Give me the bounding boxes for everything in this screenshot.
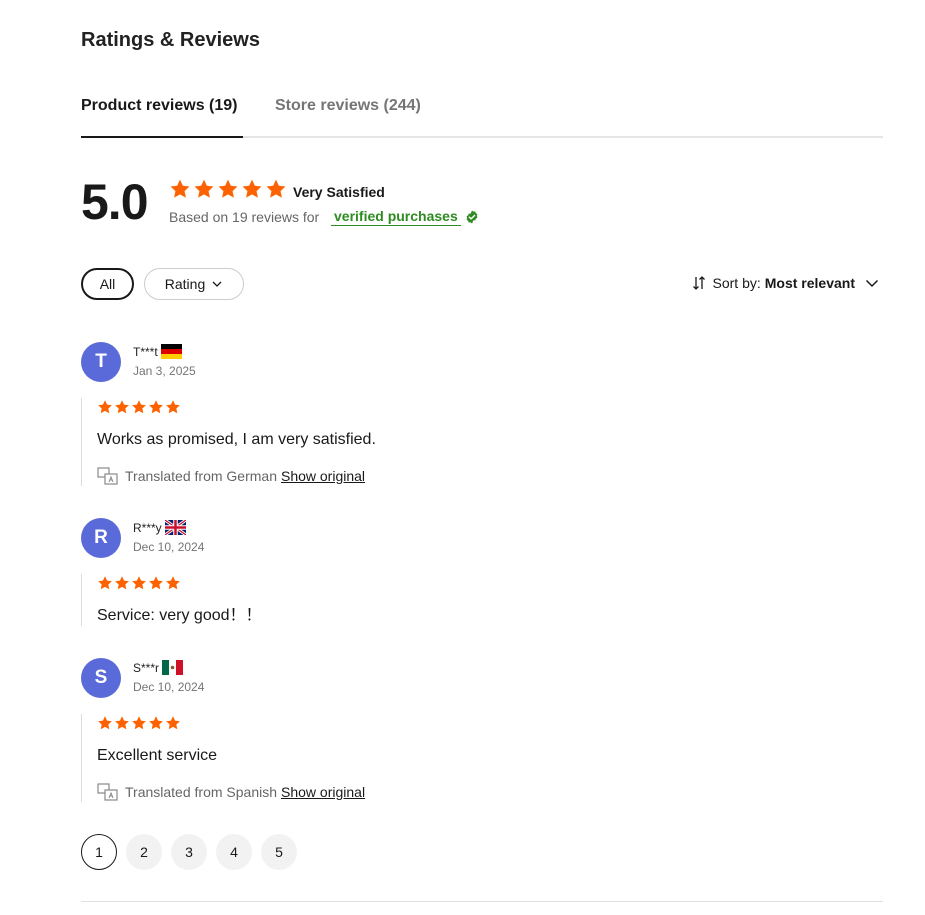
filter-all-button[interactable]: All: [81, 268, 134, 300]
review-body: Works as promised, I am very satisfied. …: [81, 398, 781, 486]
star-icon: [115, 400, 129, 414]
review-item: S S***r Dec 10, 2024 Excellent service T…: [81, 658, 883, 808]
mexico-flag-icon: [162, 660, 184, 675]
review-body: Service: very good！！: [81, 574, 781, 626]
translation-note: Translated from German Show original: [97, 466, 781, 486]
page-button-1[interactable]: 1: [81, 834, 117, 870]
avatar: T: [81, 342, 121, 382]
show-original-link[interactable]: Show original: [281, 468, 365, 484]
star-icon: [166, 716, 180, 730]
review-item: T T***t Jan 3, 2025 Works as promised, I…: [81, 342, 883, 492]
sort-value: Most relevant: [764, 275, 855, 291]
review-date: Dec 10, 2024: [133, 680, 205, 694]
average-score: 5.0: [81, 174, 149, 230]
satisfaction-label: Very Satisfied: [293, 184, 385, 200]
star-icon: [98, 716, 112, 730]
review-tabs: Product reviews (19) Store reviews (244): [81, 88, 883, 138]
page-button-5[interactable]: 5: [261, 834, 297, 870]
star-icon: [166, 400, 180, 414]
sort-icon: [692, 276, 705, 290]
reviewer-name-text: T***t: [133, 344, 158, 359]
show-original-link[interactable]: Show original: [281, 784, 365, 800]
star-icon: [115, 716, 129, 730]
avatar: S: [81, 658, 121, 698]
review-stars: [97, 398, 781, 416]
chevron-down-icon: [212, 281, 222, 287]
star-icon: [149, 716, 163, 730]
star-icon: [132, 716, 146, 730]
reviewer-name-text: R***y: [133, 520, 162, 535]
review-item: R R***y Dec 10, 2024 Service: very good！…: [81, 518, 883, 628]
review-stars: [97, 574, 781, 592]
translate-icon: [97, 467, 118, 485]
divider: [81, 901, 883, 902]
translation-note: Translated from Spanish Show original: [97, 782, 781, 802]
review-date: Dec 10, 2024: [133, 540, 205, 554]
tab-store-reviews[interactable]: Store reviews (244): [275, 88, 421, 138]
tab-product-reviews[interactable]: Product reviews (19): [81, 88, 243, 138]
reviewer-name: R***y: [133, 520, 186, 535]
star-icon: [194, 179, 214, 198]
average-stars: [169, 178, 287, 200]
page-button-3[interactable]: 3: [171, 834, 207, 870]
review-text: Excellent service: [97, 747, 218, 764]
filter-rating-dropdown[interactable]: Rating: [144, 268, 244, 300]
sort-dropdown[interactable]: Sort by: Most relevant: [690, 274, 881, 292]
review-stars: [97, 714, 781, 732]
verified-purchases-link[interactable]: verified purchases: [331, 208, 461, 226]
star-icon: [149, 400, 163, 414]
filter-rating-label: Rating: [164, 276, 206, 292]
review-text: Works as promised, I am very satisfied.: [97, 431, 376, 448]
verified-check-icon: [466, 210, 478, 224]
star-icon: [266, 179, 286, 198]
star-icon: [242, 179, 262, 198]
pagination: 1 2 3 4 5: [81, 834, 297, 870]
section-title: Ratings & Reviews: [81, 29, 260, 51]
star-icon: [132, 576, 146, 590]
review-date: Jan 3, 2025: [133, 364, 196, 378]
sort-label: Sort by:: [712, 275, 761, 291]
star-icon: [166, 576, 180, 590]
translation-text: Translated from Spanish: [125, 784, 277, 800]
translate-icon: [97, 783, 118, 801]
filter-all-label: All: [99, 276, 116, 292]
based-on-text: Based on 19 reviews for: [169, 209, 320, 225]
star-icon: [115, 576, 129, 590]
star-icon: [98, 400, 112, 414]
star-icon: [218, 179, 238, 198]
avatar: R: [81, 518, 121, 558]
reviewer-name: S***r: [133, 660, 184, 675]
review-text: Service: very good！！: [97, 607, 262, 624]
star-icon: [98, 576, 112, 590]
reviewer-name: T***t: [133, 344, 182, 359]
star-icon: [170, 179, 190, 198]
star-icon: [132, 400, 146, 414]
translation-text: Translated from German: [125, 468, 277, 484]
star-icon: [149, 576, 163, 590]
germany-flag-icon: [160, 344, 182, 359]
page-button-2[interactable]: 2: [126, 834, 162, 870]
uk-flag-icon: [164, 520, 186, 535]
review-body: Excellent service Translated from Spanis…: [81, 714, 781, 802]
page-button-4[interactable]: 4: [216, 834, 252, 870]
reviewer-name-text: S***r: [133, 660, 160, 675]
chevron-down-icon: [865, 279, 879, 288]
